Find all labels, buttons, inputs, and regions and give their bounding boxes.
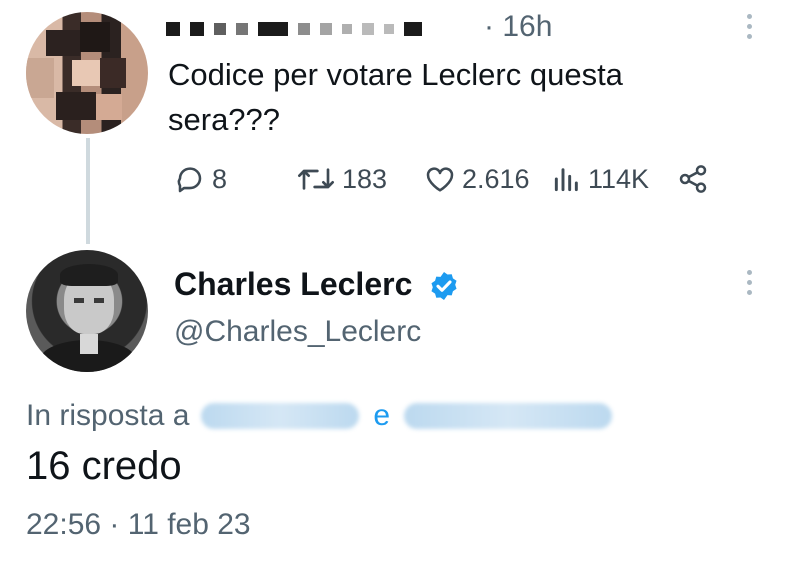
tweet-actions: 8 183 2.616 114K	[170, 156, 730, 202]
more-button-parent[interactable]	[744, 14, 754, 39]
thread-line	[86, 138, 90, 244]
views-button[interactable]: 114K	[552, 156, 649, 202]
mentioned-user-redacted[interactable]	[404, 403, 613, 429]
avatar-blurred[interactable]	[26, 12, 148, 134]
author-name[interactable]: Charles Leclerc	[174, 266, 412, 303]
author-name-redacted[interactable]	[166, 14, 422, 44]
reply-count: 8	[212, 163, 228, 194]
verified-badge-icon	[428, 270, 460, 307]
views-icon	[554, 168, 578, 192]
retweet-button[interactable]: 183	[296, 156, 387, 202]
reply-prefix: In risposta a	[26, 399, 190, 432]
retweet-count: 183	[342, 163, 388, 194]
tweet-timestamp[interactable]: 22:56 · 11 feb 23	[26, 508, 251, 542]
reply-context: In risposta a e	[26, 396, 613, 436]
share-icon	[679, 165, 707, 193]
share-button[interactable]	[676, 156, 710, 202]
reply-icon	[177, 167, 202, 193]
heart-icon	[426, 167, 454, 192]
avatar[interactable]	[26, 250, 148, 372]
retweet-icon	[298, 168, 334, 190]
more-icon	[744, 270, 754, 295]
like-button[interactable]: 2.616	[424, 156, 530, 202]
views-count: 114K	[588, 163, 650, 194]
reply-button[interactable]: 8	[174, 156, 227, 202]
like-count: 2.616	[462, 163, 530, 194]
reply-conjunction: e	[373, 399, 391, 432]
more-icon	[744, 14, 754, 39]
reply-text: 16 credo	[26, 444, 182, 488]
tweet-text: Codice per votare Leclerc questa sera???	[168, 57, 623, 137]
author-handle[interactable]: @Charles_Leclerc	[174, 315, 421, 349]
more-button-reply[interactable]	[744, 270, 754, 295]
mentioned-user-redacted[interactable]	[201, 403, 360, 429]
tweet-time[interactable]: · 16h	[484, 10, 552, 44]
